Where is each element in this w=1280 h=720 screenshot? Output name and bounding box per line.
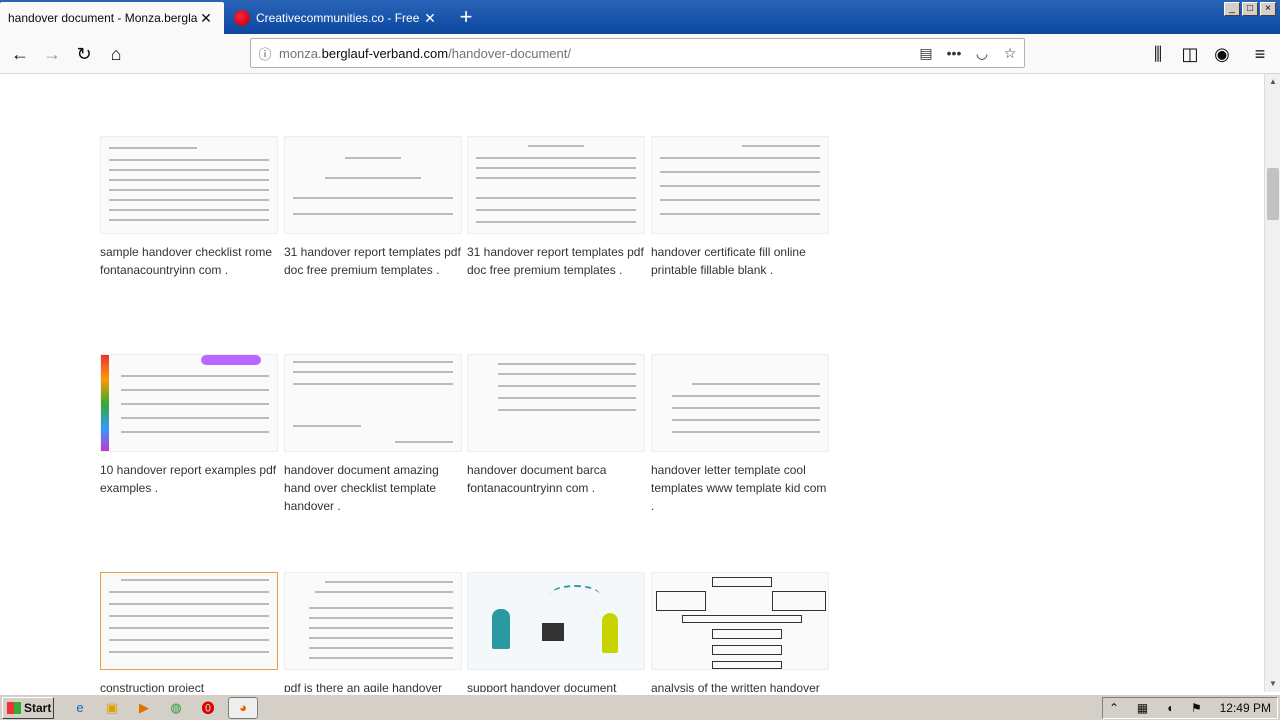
result-card[interactable]: pdf is there an agile handover [284,572,462,692]
anyrun-watermark: ANY RUN [1040,684,1256,692]
result-caption[interactable]: handover document amazing hand over chec… [284,461,462,515]
result-card[interactable]: 31 handover report templates pdf doc fre… [284,136,462,279]
address-bar[interactable]: ⓘ monza.berglauf-verband.com/handover-do… [250,38,1025,68]
result-caption[interactable]: construction project [100,679,278,692]
url-host: berglauf-verband.com [321,45,449,61]
scrollbar-thumb[interactable] [1267,168,1279,220]
windows-logo-icon [7,701,21,714]
opera-icon[interactable]: ⓿ [196,697,220,719]
clock[interactable]: 12:49 PM [1220,701,1271,715]
tab-strip: handover document - Monza.berglauf- ✕ Cr… [0,0,1280,34]
folder-icon[interactable]: ▣ [100,697,124,719]
result-card[interactable]: sample handover checklist rome fontanaco… [100,136,278,279]
result-card[interactable]: analysis of the written handover [651,572,829,692]
tab-creativecommunities[interactable]: Creativecommunities.co - Free All ✕ [226,2,448,34]
result-caption[interactable]: 31 handover report templates pdf doc fre… [467,243,645,279]
maximize-button[interactable]: □ [1242,2,1258,16]
result-caption[interactable]: 10 handover report examples pdf examples… [100,461,278,497]
scroll-down-arrow-icon[interactable]: ▼ [1265,676,1280,692]
forward-arrow-icon[interactable]: → [36,38,68,70]
result-caption[interactable]: handover document barca fontanacountryin… [467,461,645,497]
result-thumbnail[interactable] [284,354,462,452]
result-caption[interactable]: handover letter template cool templates … [651,461,829,515]
result-card[interactable]: support handover document [467,572,645,692]
result-thumbnail[interactable] [284,136,462,234]
menu-icon[interactable]: ≡ [1244,38,1276,70]
pocket-icon[interactable]: ◡ [968,45,996,62]
result-card[interactable]: handover certificate fill online printab… [651,136,829,279]
result-thumbnail[interactable] [100,354,278,452]
tab-title: Creativecommunities.co - Free All [256,11,422,25]
close-tab-icon[interactable]: ✕ [422,10,438,27]
url-path: /handover-document/ [448,45,571,61]
result-thumbnail[interactable] [284,572,462,670]
library-icon[interactable]: ⫼ [1142,38,1174,70]
scroll-up-arrow-icon[interactable]: ▲ [1265,74,1280,90]
tab-title: handover document - Monza.berglauf- [8,11,198,25]
action-center-flag-icon[interactable]: ⚑ [1191,701,1202,715]
chrome-icon[interactable]: ◍ [164,697,188,719]
result-thumbnail[interactable] [467,572,645,670]
sidebar-icon[interactable]: ◫ [1174,38,1206,70]
start-label: Start [24,700,52,715]
result-thumbnail[interactable] [100,572,278,670]
volume-icon[interactable]: ◖ [1166,701,1173,715]
result-card[interactable]: handover letter template cool templates … [651,354,829,515]
close-window-button[interactable]: × [1260,2,1276,16]
reload-icon[interactable]: ↻ [68,38,100,70]
result-card[interactable]: construction project [100,572,278,692]
result-caption[interactable]: analysis of the written handover [651,679,829,692]
result-card[interactable]: handover document amazing hand over chec… [284,354,462,515]
account-icon[interactable]: ◉ [1206,38,1238,70]
result-card[interactable]: 10 handover report examples pdf examples… [100,354,278,497]
result-thumbnail[interactable] [651,136,829,234]
firefox-taskbar-icon[interactable]: ◕ [228,696,258,719]
back-arrow-icon[interactable]: ← [4,38,36,70]
home-icon[interactable]: ⌂ [100,38,132,70]
result-card[interactable]: handover document barca fontanacountryin… [467,354,645,497]
result-thumbnail[interactable] [651,572,829,670]
page-actions-icon[interactable]: ••• [940,45,968,61]
result-caption[interactable]: handover certificate fill online printab… [651,243,829,279]
vertical-scrollbar[interactable]: ▲ ▼ [1264,74,1280,692]
result-thumbnail[interactable] [651,354,829,452]
url-subdomain: monza. [279,45,322,61]
result-caption[interactable]: pdf is there an agile handover [284,679,462,692]
bookmark-star-icon[interactable]: ☆ [996,45,1024,62]
result-card[interactable]: 31 handover report templates pdf doc fre… [467,136,645,279]
result-thumbnail[interactable] [100,136,278,234]
reader-view-icon[interactable]: ▤ [912,45,940,62]
page-content: sample handover checklist rome fontanaco… [0,74,1264,692]
media-player-icon[interactable]: ▶ [132,697,156,719]
minimize-button[interactable]: _ [1224,2,1240,16]
start-button[interactable]: Start [2,696,54,719]
network-icon[interactable]: ▦ [1137,701,1148,715]
internet-explorer-icon[interactable]: e [68,697,92,719]
system-tray: ⌃ ▦ ◖ ⚑ 12:49 PM [1102,697,1278,719]
result-thumbnail[interactable] [467,136,645,234]
new-tab-icon[interactable]: + [456,4,476,30]
window-controls: _ □ × [1224,2,1276,16]
navigation-toolbar: ← → ↻ ⌂ ⓘ monza.berglauf-verband.com/han… [0,34,1280,74]
windows-taskbar: Start e ▣ ▶ ◍ ⓿ ◕ ⌃ ▦ ◖ ⚑ 12:49 PM [0,694,1280,720]
tab-handover-document[interactable]: handover document - Monza.berglauf- ✕ [0,2,224,34]
url-text[interactable]: monza.berglauf-verband.com/handover-docu… [279,46,912,61]
result-caption[interactable]: 31 handover report templates pdf doc fre… [284,243,462,279]
close-tab-icon[interactable]: ✕ [198,10,214,27]
opera-favicon-icon [234,10,250,26]
tray-expand-icon[interactable]: ⌃ [1109,701,1119,715]
result-thumbnail[interactable] [467,354,645,452]
result-caption[interactable]: support handover document [467,679,645,692]
result-caption[interactable]: sample handover checklist rome fontanaco… [100,243,278,279]
site-info-icon[interactable]: ⓘ [251,44,279,63]
